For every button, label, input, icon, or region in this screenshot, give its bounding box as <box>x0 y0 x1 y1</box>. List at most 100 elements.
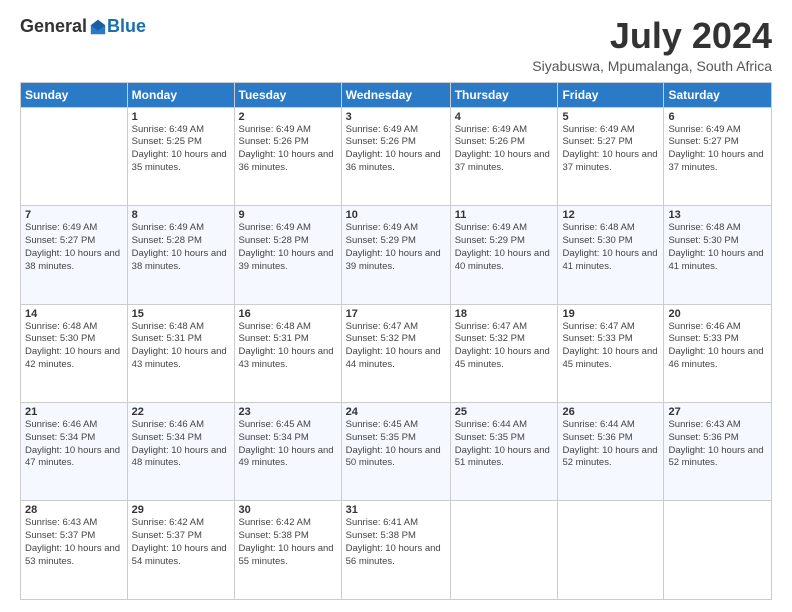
calendar-cell: 23Sunrise: 6:45 AMSunset: 5:34 PMDayligh… <box>234 403 341 501</box>
calendar-cell: 18Sunrise: 6:47 AMSunset: 5:32 PMDayligh… <box>450 304 558 402</box>
col-wednesday: Wednesday <box>341 82 450 107</box>
col-sunday: Sunday <box>21 82 128 107</box>
calendar-cell: 2Sunrise: 6:49 AMSunset: 5:26 PMDaylight… <box>234 107 341 205</box>
day-info: Sunrise: 6:48 AMSunset: 5:30 PMDaylight:… <box>562 222 659 273</box>
day-number: 16 <box>239 308 337 320</box>
day-info: Sunrise: 6:49 AMSunset: 5:27 PMDaylight:… <box>562 124 659 175</box>
calendar-week-0: 1Sunrise: 6:49 AMSunset: 5:25 PMDaylight… <box>21 107 772 205</box>
calendar-cell: 13Sunrise: 6:48 AMSunset: 5:30 PMDayligh… <box>664 206 772 304</box>
location: Siyabuswa, Mpumalanga, South Africa <box>532 58 772 74</box>
calendar-cell: 5Sunrise: 6:49 AMSunset: 5:27 PMDaylight… <box>558 107 664 205</box>
day-info: Sunrise: 6:41 AMSunset: 5:38 PMDaylight:… <box>346 517 446 568</box>
day-info: Sunrise: 6:49 AMSunset: 5:26 PMDaylight:… <box>346 124 446 175</box>
day-info: Sunrise: 6:44 AMSunset: 5:36 PMDaylight:… <box>562 419 659 470</box>
col-thursday: Thursday <box>450 82 558 107</box>
day-info: Sunrise: 6:48 AMSunset: 5:31 PMDaylight:… <box>132 321 230 372</box>
calendar-cell: 14Sunrise: 6:48 AMSunset: 5:30 PMDayligh… <box>21 304 128 402</box>
calendar-cell: 15Sunrise: 6:48 AMSunset: 5:31 PMDayligh… <box>127 304 234 402</box>
col-tuesday: Tuesday <box>234 82 341 107</box>
day-info: Sunrise: 6:42 AMSunset: 5:37 PMDaylight:… <box>132 517 230 568</box>
day-number: 17 <box>346 308 446 320</box>
calendar-week-2: 14Sunrise: 6:48 AMSunset: 5:30 PMDayligh… <box>21 304 772 402</box>
day-info: Sunrise: 6:42 AMSunset: 5:38 PMDaylight:… <box>239 517 337 568</box>
logo-blue-text: Blue <box>107 16 146 37</box>
day-number: 8 <box>132 209 230 221</box>
day-number: 14 <box>25 308 123 320</box>
day-info: Sunrise: 6:46 AMSunset: 5:34 PMDaylight:… <box>25 419 123 470</box>
calendar-cell: 17Sunrise: 6:47 AMSunset: 5:32 PMDayligh… <box>341 304 450 402</box>
day-number: 15 <box>132 308 230 320</box>
day-number: 21 <box>25 406 123 418</box>
calendar-cell <box>664 501 772 600</box>
day-info: Sunrise: 6:48 AMSunset: 5:30 PMDaylight:… <box>25 321 123 372</box>
calendar-cell: 11Sunrise: 6:49 AMSunset: 5:29 PMDayligh… <box>450 206 558 304</box>
logo: General Blue <box>20 16 146 37</box>
day-info: Sunrise: 6:46 AMSunset: 5:33 PMDaylight:… <box>668 321 767 372</box>
day-number: 3 <box>346 111 446 123</box>
day-number: 18 <box>455 308 554 320</box>
day-info: Sunrise: 6:43 AMSunset: 5:37 PMDaylight:… <box>25 517 123 568</box>
day-number: 26 <box>562 406 659 418</box>
day-number: 28 <box>25 504 123 516</box>
logo-icon <box>89 18 107 36</box>
day-info: Sunrise: 6:49 AMSunset: 5:29 PMDaylight:… <box>346 222 446 273</box>
calendar-cell: 7Sunrise: 6:49 AMSunset: 5:27 PMDaylight… <box>21 206 128 304</box>
calendar-cell <box>21 107 128 205</box>
calendar-cell: 12Sunrise: 6:48 AMSunset: 5:30 PMDayligh… <box>558 206 664 304</box>
day-info: Sunrise: 6:43 AMSunset: 5:36 PMDaylight:… <box>668 419 767 470</box>
day-number: 2 <box>239 111 337 123</box>
day-info: Sunrise: 6:49 AMSunset: 5:28 PMDaylight:… <box>239 222 337 273</box>
calendar-cell: 4Sunrise: 6:49 AMSunset: 5:26 PMDaylight… <box>450 107 558 205</box>
calendar-cell: 9Sunrise: 6:49 AMSunset: 5:28 PMDaylight… <box>234 206 341 304</box>
header: General Blue July 2024 Siyabuswa, Mpumal… <box>20 16 772 74</box>
day-info: Sunrise: 6:49 AMSunset: 5:29 PMDaylight:… <box>455 222 554 273</box>
calendar-cell: 8Sunrise: 6:49 AMSunset: 5:28 PMDaylight… <box>127 206 234 304</box>
calendar-cell: 29Sunrise: 6:42 AMSunset: 5:37 PMDayligh… <box>127 501 234 600</box>
day-number: 25 <box>455 406 554 418</box>
calendar-cell: 10Sunrise: 6:49 AMSunset: 5:29 PMDayligh… <box>341 206 450 304</box>
day-info: Sunrise: 6:44 AMSunset: 5:35 PMDaylight:… <box>455 419 554 470</box>
day-info: Sunrise: 6:46 AMSunset: 5:34 PMDaylight:… <box>132 419 230 470</box>
day-number: 22 <box>132 406 230 418</box>
calendar-cell <box>450 501 558 600</box>
calendar-cell: 30Sunrise: 6:42 AMSunset: 5:38 PMDayligh… <box>234 501 341 600</box>
title-section: July 2024 Siyabuswa, Mpumalanga, South A… <box>532 16 772 74</box>
day-number: 11 <box>455 209 554 221</box>
page: General Blue July 2024 Siyabuswa, Mpumal… <box>0 0 792 612</box>
day-number: 19 <box>562 308 659 320</box>
day-info: Sunrise: 6:49 AMSunset: 5:26 PMDaylight:… <box>239 124 337 175</box>
calendar-cell <box>558 501 664 600</box>
calendar-cell: 31Sunrise: 6:41 AMSunset: 5:38 PMDayligh… <box>341 501 450 600</box>
day-number: 7 <box>25 209 123 221</box>
calendar-cell: 3Sunrise: 6:49 AMSunset: 5:26 PMDaylight… <box>341 107 450 205</box>
day-info: Sunrise: 6:47 AMSunset: 5:33 PMDaylight:… <box>562 321 659 372</box>
calendar-week-1: 7Sunrise: 6:49 AMSunset: 5:27 PMDaylight… <box>21 206 772 304</box>
calendar-cell: 25Sunrise: 6:44 AMSunset: 5:35 PMDayligh… <box>450 403 558 501</box>
calendar-cell: 20Sunrise: 6:46 AMSunset: 5:33 PMDayligh… <box>664 304 772 402</box>
day-number: 27 <box>668 406 767 418</box>
month-year: July 2024 <box>532 16 772 56</box>
day-number: 6 <box>668 111 767 123</box>
day-number: 9 <box>239 209 337 221</box>
calendar-cell: 27Sunrise: 6:43 AMSunset: 5:36 PMDayligh… <box>664 403 772 501</box>
day-info: Sunrise: 6:49 AMSunset: 5:27 PMDaylight:… <box>25 222 123 273</box>
day-number: 29 <box>132 504 230 516</box>
calendar-week-3: 21Sunrise: 6:46 AMSunset: 5:34 PMDayligh… <box>21 403 772 501</box>
day-number: 4 <box>455 111 554 123</box>
day-info: Sunrise: 6:49 AMSunset: 5:25 PMDaylight:… <box>132 124 230 175</box>
day-number: 30 <box>239 504 337 516</box>
calendar-cell: 22Sunrise: 6:46 AMSunset: 5:34 PMDayligh… <box>127 403 234 501</box>
calendar-cell: 16Sunrise: 6:48 AMSunset: 5:31 PMDayligh… <box>234 304 341 402</box>
day-number: 10 <box>346 209 446 221</box>
calendar-cell: 21Sunrise: 6:46 AMSunset: 5:34 PMDayligh… <box>21 403 128 501</box>
day-number: 13 <box>668 209 767 221</box>
calendar-cell: 26Sunrise: 6:44 AMSunset: 5:36 PMDayligh… <box>558 403 664 501</box>
day-number: 23 <box>239 406 337 418</box>
day-number: 31 <box>346 504 446 516</box>
day-info: Sunrise: 6:45 AMSunset: 5:34 PMDaylight:… <box>239 419 337 470</box>
calendar-cell: 24Sunrise: 6:45 AMSunset: 5:35 PMDayligh… <box>341 403 450 501</box>
day-number: 5 <box>562 111 659 123</box>
day-info: Sunrise: 6:49 AMSunset: 5:26 PMDaylight:… <box>455 124 554 175</box>
calendar-cell: 19Sunrise: 6:47 AMSunset: 5:33 PMDayligh… <box>558 304 664 402</box>
col-saturday: Saturday <box>664 82 772 107</box>
